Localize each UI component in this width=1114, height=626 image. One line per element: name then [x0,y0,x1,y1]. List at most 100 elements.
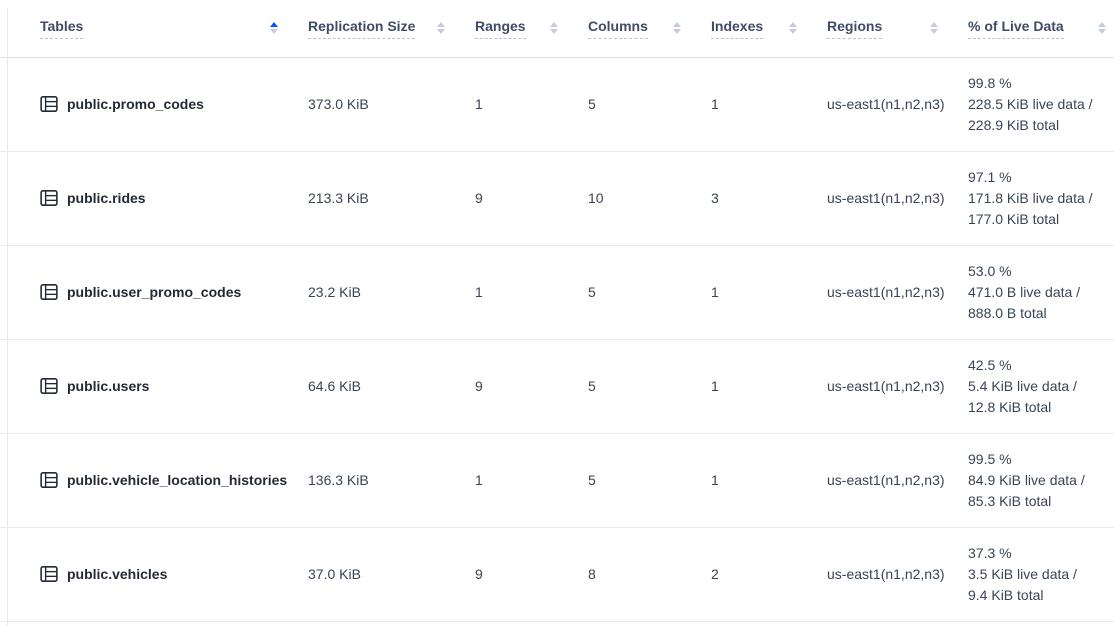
tables-page: Tables Replication Size Ranges [0,0,1114,626]
ranges-value: 9 [475,527,588,621]
replication-size-value: 136.3 KiB [308,433,475,527]
regions-value: us-east1(n1,n2,n3) [827,151,968,245]
sort-icon[interactable] [550,22,558,34]
sort-icon[interactable] [930,22,938,34]
live-data-total: 888.0 B total [968,303,1108,324]
indexes-value: 1 [711,433,827,527]
column-header-tables[interactable]: Tables [0,0,308,57]
columns-value: 5 [588,57,711,151]
ranges-value: 9 [475,339,588,433]
columns-value: 10 [588,151,711,245]
caret-up-icon [550,22,558,27]
caret-down-icon [789,29,797,34]
live-data-amount: 171.8 KiB live data / [968,188,1108,209]
table-name-link[interactable]: public.promo_codes [67,96,204,112]
column-header-replication-size-label: Replication Size [308,18,415,39]
caret-down-icon [1098,29,1106,34]
sort-icon[interactable] [437,22,445,34]
regions-value: us-east1(n1,n2,n3) [827,57,968,151]
table-row: public.rides 213.3 KiB 9 10 3 us-east1(n… [0,151,1114,245]
regions-value: us-east1(n1,n2,n3) [827,339,968,433]
ranges-value: 1 [475,245,588,339]
regions-value: us-east1(n1,n2,n3) [827,433,968,527]
columns-value: 5 [588,433,711,527]
caret-down-icon [673,29,681,34]
table-icon [40,189,58,207]
ranges-value: 9 [475,151,588,245]
indexes-value: 1 [711,339,827,433]
column-header-ranges[interactable]: Ranges [475,0,588,57]
column-header-indexes[interactable]: Indexes [711,0,827,57]
live-data-total: 177.0 KiB total [968,209,1108,230]
live-data-cell: 99.5 % 84.9 KiB live data / 85.3 KiB tot… [968,449,1114,512]
sort-icon[interactable] [789,22,797,34]
regions-value: us-east1(n1,n2,n3) [827,245,968,339]
live-data-cell: 42.5 % 5.4 KiB live data / 12.8 KiB tota… [968,355,1114,418]
live-data-total: 228.9 KiB total [968,115,1108,136]
table-icon [40,565,58,583]
table-name-link[interactable]: public.rides [67,190,146,206]
live-data-cell: 37.3 % 3.5 KiB live data / 9.4 KiB total [968,543,1114,606]
column-header-live-data[interactable]: % of Live Data [968,0,1114,57]
column-header-columns[interactable]: Columns [588,0,711,57]
table-row: public.user_promo_codes 23.2 KiB 1 5 1 u… [0,245,1114,339]
table-name-link[interactable]: public.user_promo_codes [67,284,241,300]
replication-size-value: 213.3 KiB [308,151,475,245]
indexes-value: 3 [711,151,827,245]
table-row: public.vehicle_location_histories 136.3 … [0,433,1114,527]
caret-up-icon [1098,22,1106,27]
table-icon [40,95,58,113]
sort-icon[interactable] [1098,22,1106,34]
live-data-cell: 97.1 % 171.8 KiB live data / 177.0 KiB t… [968,167,1114,230]
live-data-total: 9.4 KiB total [968,585,1108,606]
table-icon [40,377,58,395]
regions-value: us-east1(n1,n2,n3) [827,527,968,621]
column-header-ranges-label: Ranges [475,18,526,39]
live-data-amount: 3.5 KiB live data / [968,564,1108,585]
live-data-cell: 99.8 % 228.5 KiB live data / 228.9 KiB t… [968,73,1114,136]
column-header-indexes-label: Indexes [711,18,763,39]
table-name-link[interactable]: public.vehicles [67,566,167,582]
live-data-percent: 37.3 % [968,543,1108,564]
replication-size-value: 373.0 KiB [308,57,475,151]
table-name-link[interactable]: public.vehicle_location_histories [67,472,287,488]
column-header-live-data-label: % of Live Data [968,18,1064,39]
table-row: public.promo_codes 373.0 KiB 1 5 1 us-ea… [0,57,1114,151]
live-data-total: 12.8 KiB total [968,397,1108,418]
table-row: public.vehicles 37.0 KiB 9 8 2 us-east1(… [0,527,1114,621]
caret-up-icon [270,22,278,27]
caret-up-icon [789,22,797,27]
table-icon [40,283,58,301]
column-header-columns-label: Columns [588,18,648,39]
live-data-percent: 53.0 % [968,261,1108,282]
caret-down-icon [270,29,278,34]
caret-down-icon [930,29,938,34]
live-data-percent: 42.5 % [968,355,1108,376]
column-header-replication-size[interactable]: Replication Size [308,0,475,57]
live-data-amount: 228.5 KiB live data / [968,94,1108,115]
page-left-border [7,8,8,626]
indexes-value: 1 [711,57,827,151]
sort-icon[interactable] [673,22,681,34]
replication-size-value: 37.0 KiB [308,527,475,621]
table-icon [40,471,58,489]
columns-value: 5 [588,339,711,433]
live-data-percent: 99.5 % [968,449,1108,470]
live-data-total: 85.3 KiB total [968,491,1108,512]
live-data-amount: 5.4 KiB live data / [968,376,1108,397]
tables-table: Tables Replication Size Ranges [0,0,1114,622]
ranges-value: 1 [475,433,588,527]
column-header-tables-label: Tables [40,18,83,39]
caret-up-icon [437,22,445,27]
indexes-value: 1 [711,245,827,339]
caret-up-icon [930,22,938,27]
live-data-percent: 99.8 % [968,73,1108,94]
caret-up-icon [673,22,681,27]
live-data-percent: 97.1 % [968,167,1108,188]
column-header-regions[interactable]: Regions [827,0,968,57]
column-header-regions-label: Regions [827,18,882,39]
caret-down-icon [437,29,445,34]
table-header-row: Tables Replication Size Ranges [0,0,1114,57]
table-name-link[interactable]: public.users [67,378,149,394]
sort-asc-icon[interactable] [270,22,278,34]
